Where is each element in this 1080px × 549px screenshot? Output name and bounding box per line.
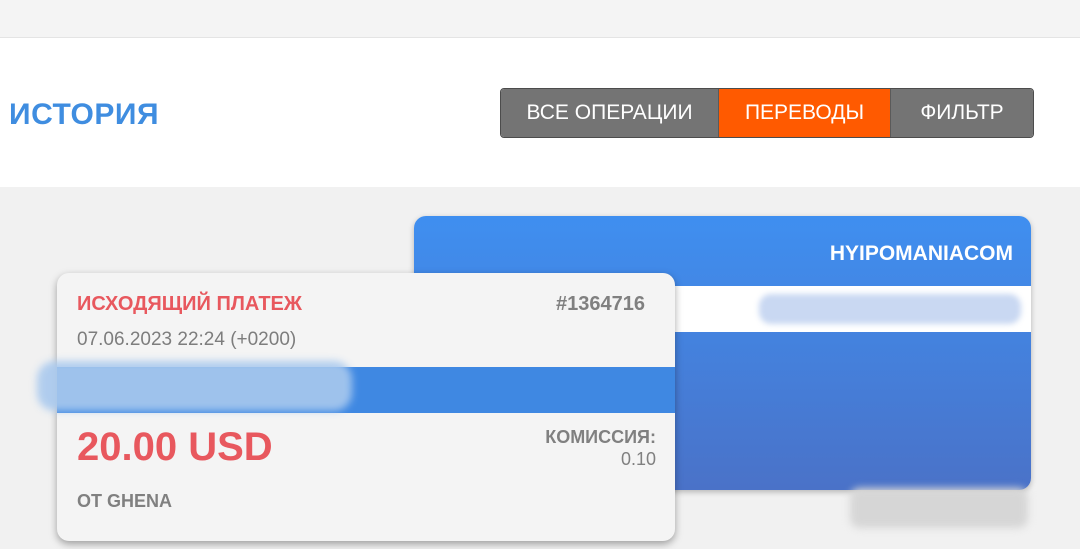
page-title: ИСТОРИЯ — [9, 98, 160, 131]
transaction-card[interactable]: ИСХОДЯЩИЙ ПЛАТЕЖ #1364716 07.06.2023 22:… — [37, 273, 675, 541]
tab-bar: ВСЕ ОПЕРАЦИИ ПЕРЕВОДЫ ФИЛЬТР — [500, 88, 1034, 138]
transaction-type: ИСХОДЯЩИЙ ПЛАТЕЖ — [77, 293, 302, 315]
transaction-sender: ОТ GHENA — [77, 491, 173, 511]
transaction-id: #1364716 — [556, 293, 645, 315]
redacted-region — [37, 361, 352, 411]
fee-label: КОМИССИЯ: — [545, 427, 656, 447]
transaction-amount: 20.00 USD — [77, 425, 273, 469]
transaction-strip — [37, 361, 675, 413]
redacted-region — [850, 488, 1028, 528]
tab-filter[interactable]: ФИЛЬТР — [890, 89, 1033, 137]
top-bar — [0, 0, 1080, 38]
transaction-datetime: 07.06.2023 22:24 (+0200) — [77, 329, 297, 350]
fee-value: 0.10 — [620, 449, 656, 469]
redacted-region — [759, 294, 1021, 324]
back-card-title: HYIPOMANIACOM — [829, 242, 1013, 265]
tab-all-operations[interactable]: ВСЕ ОПЕРАЦИИ — [501, 89, 718, 137]
tab-transfers[interactable]: ПЕРЕВОДЫ — [718, 89, 890, 137]
